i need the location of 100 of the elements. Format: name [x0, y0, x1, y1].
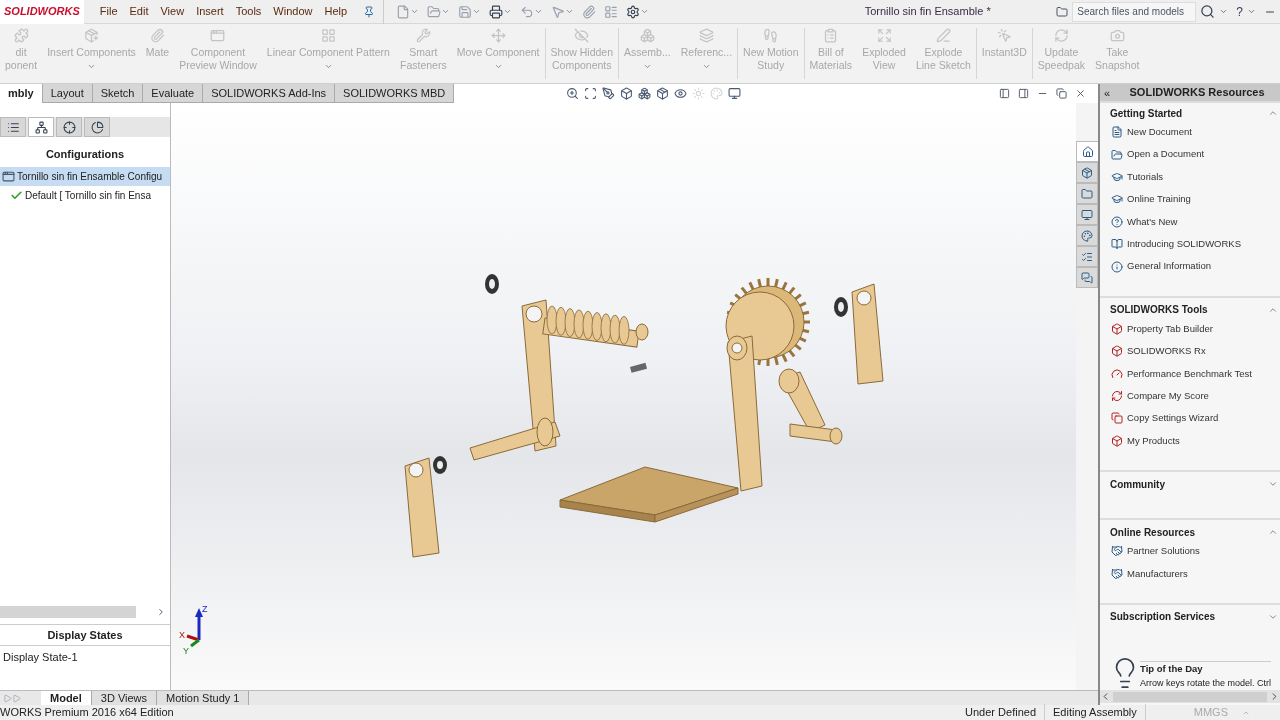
resource-link[interactable]: SOLIDWORKS Rx	[1127, 344, 1206, 359]
tree-item[interactable]: Tornillo sin fin Ensamble Configu	[0, 166, 170, 186]
task-pane-tab[interactable]	[1076, 267, 1098, 288]
refresh-icon	[1053, 28, 1069, 43]
ribbon-tab[interactable]: Sketch	[92, 84, 144, 103]
save-icon[interactable]	[458, 4, 473, 19]
resource-link[interactable]: Property Tab Builder	[1127, 321, 1213, 337]
caret-icon[interactable]	[503, 7, 513, 16]
eye-off-icon	[574, 28, 590, 43]
box-icon[interactable]	[620, 87, 634, 100]
paperclip-icon	[150, 28, 165, 43]
ribbon-tab[interactable]: SOLIDWORKS MBD	[335, 84, 455, 103]
scroll-right-icon[interactable]	[156, 607, 166, 617]
box-icon	[1111, 345, 1123, 358]
boxes-icon	[639, 28, 655, 43]
logo: SOLIDWORKS	[0, 0, 84, 24]
resource-link[interactable]: Introducing SOLIDWORKS	[1127, 237, 1242, 252]
pen-icon[interactable]	[602, 87, 616, 100]
wrench-icon	[415, 28, 431, 43]
document-tab[interactable]: 3D Views	[91, 691, 158, 705]
resource-link[interactable]: Compare My Score	[1127, 388, 1209, 404]
menu-item[interactable]: Tools	[235, 3, 262, 20]
move-icon	[490, 28, 506, 43]
resource-link[interactable]: Partner Solutions	[1127, 544, 1200, 559]
resource-link[interactable]: New Document	[1127, 125, 1192, 140]
puzzle-icon	[13, 28, 29, 43]
print-icon[interactable]	[489, 4, 504, 19]
panel-tab[interactable]	[84, 117, 110, 137]
task-pane-tab[interactable]	[1076, 204, 1098, 225]
panel-tab[interactable]	[56, 117, 82, 137]
scrollbar[interactable]	[1113, 691, 1267, 702]
resource-link[interactable]: Online Training	[1127, 192, 1191, 207]
resource-link[interactable]: Copy Settings Wizard	[1127, 411, 1219, 426]
resource-link[interactable]: What's New	[1127, 214, 1178, 229]
document-tab[interactable]: Model	[41, 691, 92, 705]
menu-item[interactable]: Help	[324, 3, 348, 20]
caret-icon[interactable]	[534, 7, 544, 16]
new-file-icon[interactable]	[396, 4, 411, 19]
task-pane-tab[interactable]	[1076, 162, 1098, 183]
package-icon	[1081, 166, 1093, 179]
pointer-icon[interactable]	[551, 4, 566, 19]
caret-icon[interactable]	[640, 7, 650, 16]
task-pane-tab[interactable]	[1076, 246, 1098, 267]
scrollbar[interactable]	[0, 606, 136, 618]
status-text: Under Defined	[957, 704, 1045, 720]
tree-item[interactable]: Default [ Tornillo sin fin Ensa	[8, 185, 170, 205]
menu-item[interactable]: Edit	[129, 3, 149, 20]
help-button[interactable]: ?	[1236, 2, 1243, 21]
caret-icon[interactable]	[410, 7, 420, 16]
eye-icon[interactable]	[674, 87, 688, 100]
boxes-icon[interactable]	[638, 87, 652, 100]
paperclip-icon[interactable]	[582, 4, 597, 19]
pin-icon[interactable]	[363, 5, 376, 18]
resource-link[interactable]: Performance Benchmark Test	[1127, 366, 1252, 381]
task-pane-tab[interactable]	[1076, 141, 1098, 162]
document-tab[interactable]: Motion Study 1	[157, 691, 250, 705]
caret-icon[interactable]	[472, 7, 482, 16]
resource-link[interactable]: Manufacturers	[1127, 566, 1188, 581]
folder-icon	[1056, 5, 1069, 18]
ribbon-tab[interactable]: Evaluate	[143, 84, 204, 103]
settings-icon[interactable]	[626, 4, 641, 19]
ribbon-tab[interactable]: Layout	[42, 84, 93, 103]
display-state-item[interactable]: Display State-1	[0, 649, 170, 666]
menu-item[interactable]: File	[99, 3, 118, 20]
menu-item[interactable]: Window	[273, 3, 313, 20]
zoom-fit-icon[interactable]	[584, 87, 598, 100]
section-heading: Subscription Services	[1110, 610, 1217, 625]
panel-tab[interactable]	[28, 117, 54, 137]
restore-icon[interactable]	[1056, 88, 1067, 99]
collapse-icon[interactable]	[1268, 108, 1278, 118]
task-pane-tab[interactable]	[1076, 225, 1098, 246]
resource-link[interactable]: Tutorials	[1127, 169, 1164, 185]
caret-icon[interactable]	[565, 7, 575, 16]
resource-link[interactable]: Open a Document	[1127, 147, 1205, 162]
panel-icon[interactable]	[1018, 88, 1029, 99]
package-icon[interactable]	[656, 87, 670, 100]
panel-tab[interactable]	[0, 117, 26, 137]
panel-icon[interactable]	[999, 88, 1010, 99]
axis-triad-drawing	[186, 608, 203, 648]
undo-icon[interactable]	[520, 4, 535, 19]
menu-item[interactable]: View	[160, 3, 185, 20]
resource-link[interactable]: General Information	[1127, 259, 1211, 274]
zoom-icon[interactable]	[566, 87, 580, 100]
close-icon[interactable]	[1075, 88, 1086, 99]
caret-icon[interactable]	[441, 7, 451, 16]
graduation-cap-icon	[1111, 193, 1123, 206]
section-heading: Online Resources	[1110, 525, 1197, 540]
box-icon	[1111, 322, 1123, 335]
caret-icon[interactable]	[1219, 7, 1229, 16]
tree-label: Default [ Tornillo sin fin Ensa	[25, 188, 151, 203]
list-icon[interactable]	[604, 4, 619, 19]
monitor-icon[interactable]	[728, 87, 742, 100]
search-icon[interactable]	[1200, 4, 1216, 19]
resource-link[interactable]: My Products	[1127, 433, 1180, 448]
caret-icon[interactable]	[1247, 7, 1256, 16]
search-field[interactable]: Search files and models	[1072, 1, 1197, 22]
collapse-button[interactable]: «	[1100, 86, 1115, 99]
ribbon-tab[interactable]: SOLIDWORKS Add-Ins	[203, 84, 336, 103]
menu-item[interactable]: Insert	[196, 3, 224, 20]
open-folder-icon[interactable]	[427, 4, 442, 19]
